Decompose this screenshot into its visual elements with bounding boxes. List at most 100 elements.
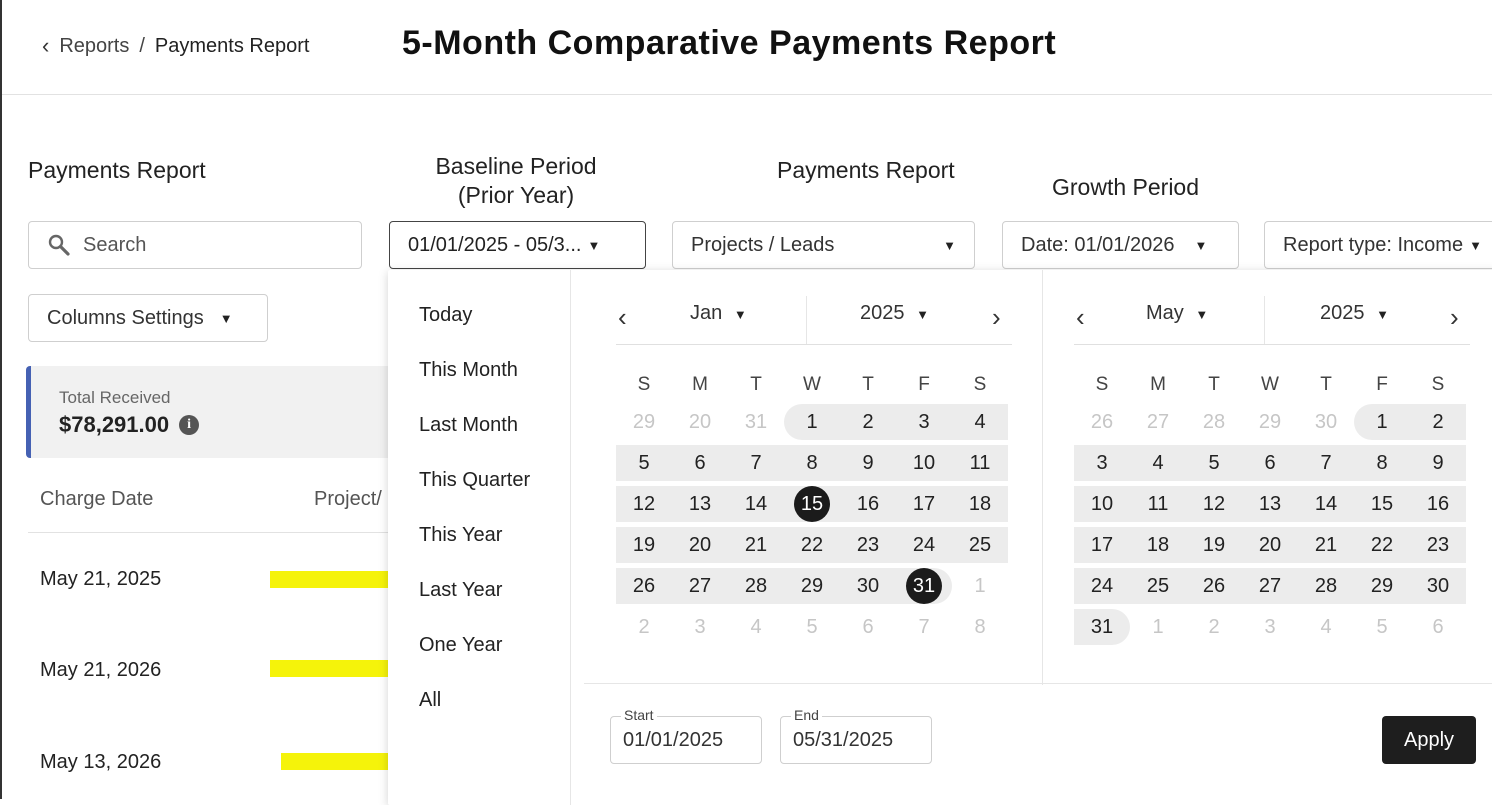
calendar-day-selected[interactable]: 15 bbox=[784, 485, 840, 522]
calendar-day[interactable]: 31 bbox=[1074, 608, 1130, 645]
calendar-day[interactable]: 28 bbox=[1298, 567, 1354, 604]
calendar-day[interactable]: 10 bbox=[1074, 485, 1130, 522]
calendar-day[interactable]: 13 bbox=[672, 485, 728, 522]
preset-all[interactable]: All bbox=[419, 689, 441, 712]
calendar-day[interactable]: 4 bbox=[1130, 444, 1186, 481]
breadcrumb-reports[interactable]: Reports bbox=[59, 35, 129, 58]
calendar-day[interactable]: 27 bbox=[672, 567, 728, 604]
year-value: 2025 bbox=[1320, 302, 1365, 324]
calendar-day[interactable]: 24 bbox=[896, 526, 952, 563]
calendar-day[interactable]: 12 bbox=[1186, 485, 1242, 522]
calendar-day[interactable]: 19 bbox=[1186, 526, 1242, 563]
calendar-day[interactable]: 4 bbox=[952, 403, 1008, 440]
calendar-day[interactable]: 26 bbox=[1186, 567, 1242, 604]
calendar-day[interactable]: 30 bbox=[840, 567, 896, 604]
calendar-day[interactable]: 20 bbox=[1242, 526, 1298, 563]
info-icon[interactable]: i bbox=[179, 415, 200, 435]
column-header-charge-date[interactable]: Charge Date bbox=[40, 488, 153, 511]
calendar-day[interactable]: 6 bbox=[1242, 444, 1298, 481]
calendar-day[interactable]: 25 bbox=[952, 526, 1008, 563]
calendar-day[interactable]: 28 bbox=[728, 567, 784, 604]
calendar-day[interactable]: 12 bbox=[616, 485, 672, 522]
calendar-day[interactable]: 1 bbox=[784, 403, 840, 440]
calendar-day[interactable]: 3 bbox=[896, 403, 952, 440]
calendar-day[interactable]: 7 bbox=[1298, 444, 1354, 481]
chevron-left-icon[interactable]: ‹ bbox=[618, 302, 627, 333]
calendar-day[interactable]: 16 bbox=[1410, 485, 1466, 522]
growth-date-select[interactable]: Date: 01/01/2026 ▼ bbox=[1002, 221, 1239, 269]
calendar-day[interactable]: 22 bbox=[1354, 526, 1410, 563]
calendar-day[interactable]: 5 bbox=[1186, 444, 1242, 481]
chevron-left-icon[interactable]: ‹ bbox=[42, 33, 49, 59]
year-select[interactable]: 2025 ▼ bbox=[860, 302, 929, 325]
calendar-day[interactable]: 13 bbox=[1242, 485, 1298, 522]
calendar-day[interactable]: 9 bbox=[840, 444, 896, 481]
month-select[interactable]: Jan ▼ bbox=[690, 302, 747, 325]
calendar-day[interactable]: 3 bbox=[1074, 444, 1130, 481]
calendar-day[interactable]: 18 bbox=[1130, 526, 1186, 563]
calendar-day[interactable]: 10 bbox=[896, 444, 952, 481]
calendar-day[interactable]: 14 bbox=[728, 485, 784, 522]
calendar-day[interactable]: 14 bbox=[1298, 485, 1354, 522]
table-row-date: May 21, 2025 bbox=[40, 568, 162, 590]
caret-down-icon: ▼ bbox=[1376, 307, 1389, 322]
calendar-header-divider bbox=[616, 344, 1012, 345]
calendar-day[interactable]: 1 bbox=[1354, 403, 1410, 440]
calendar-day[interactable]: 19 bbox=[616, 526, 672, 563]
report-type-select[interactable]: Report type: Income ▼ bbox=[1264, 221, 1492, 269]
calendar-day[interactable]: 18 bbox=[952, 485, 1008, 522]
end-date-field[interactable]: End 05/31/2025 bbox=[780, 707, 932, 764]
projects-leads-select[interactable]: Projects / Leads ▼ bbox=[672, 221, 975, 269]
calendar-day[interactable]: 6 bbox=[672, 444, 728, 481]
calendar-day[interactable]: 2 bbox=[1410, 403, 1466, 440]
baseline-range-select[interactable]: 01/01/2025 - 05/3... ▼ bbox=[389, 221, 646, 269]
calendar-day[interactable]: 23 bbox=[840, 526, 896, 563]
calendar-day[interactable]: 8 bbox=[784, 444, 840, 481]
columns-settings-button[interactable]: Columns Settings ▼ bbox=[28, 294, 268, 342]
redaction-highlight bbox=[281, 753, 399, 770]
preset-one-year[interactable]: One Year bbox=[419, 634, 502, 657]
calendar-day[interactable]: 25 bbox=[1130, 567, 1186, 604]
calendar-day-selected[interactable]: 31 bbox=[896, 567, 952, 604]
calendar-day[interactable]: 11 bbox=[952, 444, 1008, 481]
calendar-day[interactable]: 29 bbox=[784, 567, 840, 604]
calendar-day[interactable]: 2 bbox=[840, 403, 896, 440]
calendar-day[interactable]: 7 bbox=[728, 444, 784, 481]
chevron-left-icon[interactable]: ‹ bbox=[1076, 302, 1085, 333]
calendar-day[interactable]: 20 bbox=[672, 526, 728, 563]
calendar-day[interactable]: 29 bbox=[1354, 567, 1410, 604]
chevron-right-icon[interactable]: › bbox=[1450, 302, 1459, 333]
calendar-day[interactable]: 22 bbox=[784, 526, 840, 563]
calendar-day[interactable]: 30 bbox=[1410, 567, 1466, 604]
day-number: 28 bbox=[744, 574, 768, 597]
calendar-day[interactable]: 11 bbox=[1130, 485, 1186, 522]
preset-last-year[interactable]: Last Year bbox=[419, 579, 502, 602]
calendar-day[interactable]: 15 bbox=[1354, 485, 1410, 522]
column-header-project[interactable]: Project/ bbox=[314, 488, 382, 511]
month-select[interactable]: May ▼ bbox=[1146, 302, 1208, 325]
calendar-day[interactable]: 17 bbox=[896, 485, 952, 522]
start-date-field[interactable]: Start 01/01/2025 bbox=[610, 707, 762, 764]
calendar-day[interactable]: 24 bbox=[1074, 567, 1130, 604]
preset-this-quarter[interactable]: This Quarter bbox=[419, 469, 530, 492]
calendar-day[interactable]: 21 bbox=[1298, 526, 1354, 563]
preset-this-month[interactable]: This Month bbox=[419, 359, 518, 382]
year-select[interactable]: 2025 ▼ bbox=[1320, 302, 1389, 325]
chevron-right-icon[interactable]: › bbox=[992, 302, 1001, 333]
calendar-day[interactable]: 5 bbox=[616, 444, 672, 481]
baseline-heading-line2: (Prior Year) bbox=[457, 182, 575, 208]
preset-this-year[interactable]: This Year bbox=[419, 524, 502, 547]
calendar-day[interactable]: 9 bbox=[1410, 444, 1466, 481]
calendar-day[interactable]: 26 bbox=[616, 567, 672, 604]
calendar-day[interactable]: 27 bbox=[1242, 567, 1298, 604]
preset-last-month[interactable]: Last Month bbox=[419, 414, 518, 437]
calendar-day[interactable]: 17 bbox=[1074, 526, 1130, 563]
calendar-day[interactable]: 21 bbox=[728, 526, 784, 563]
calendar-day[interactable]: 8 bbox=[1354, 444, 1410, 481]
calendar-day[interactable]: 16 bbox=[840, 485, 896, 522]
apply-button[interactable]: Apply bbox=[1382, 716, 1476, 764]
search-input[interactable]: Search bbox=[28, 221, 362, 269]
preset-today[interactable]: Today bbox=[419, 304, 472, 327]
weekday-label: T bbox=[862, 374, 874, 395]
calendar-day[interactable]: 23 bbox=[1410, 526, 1466, 563]
